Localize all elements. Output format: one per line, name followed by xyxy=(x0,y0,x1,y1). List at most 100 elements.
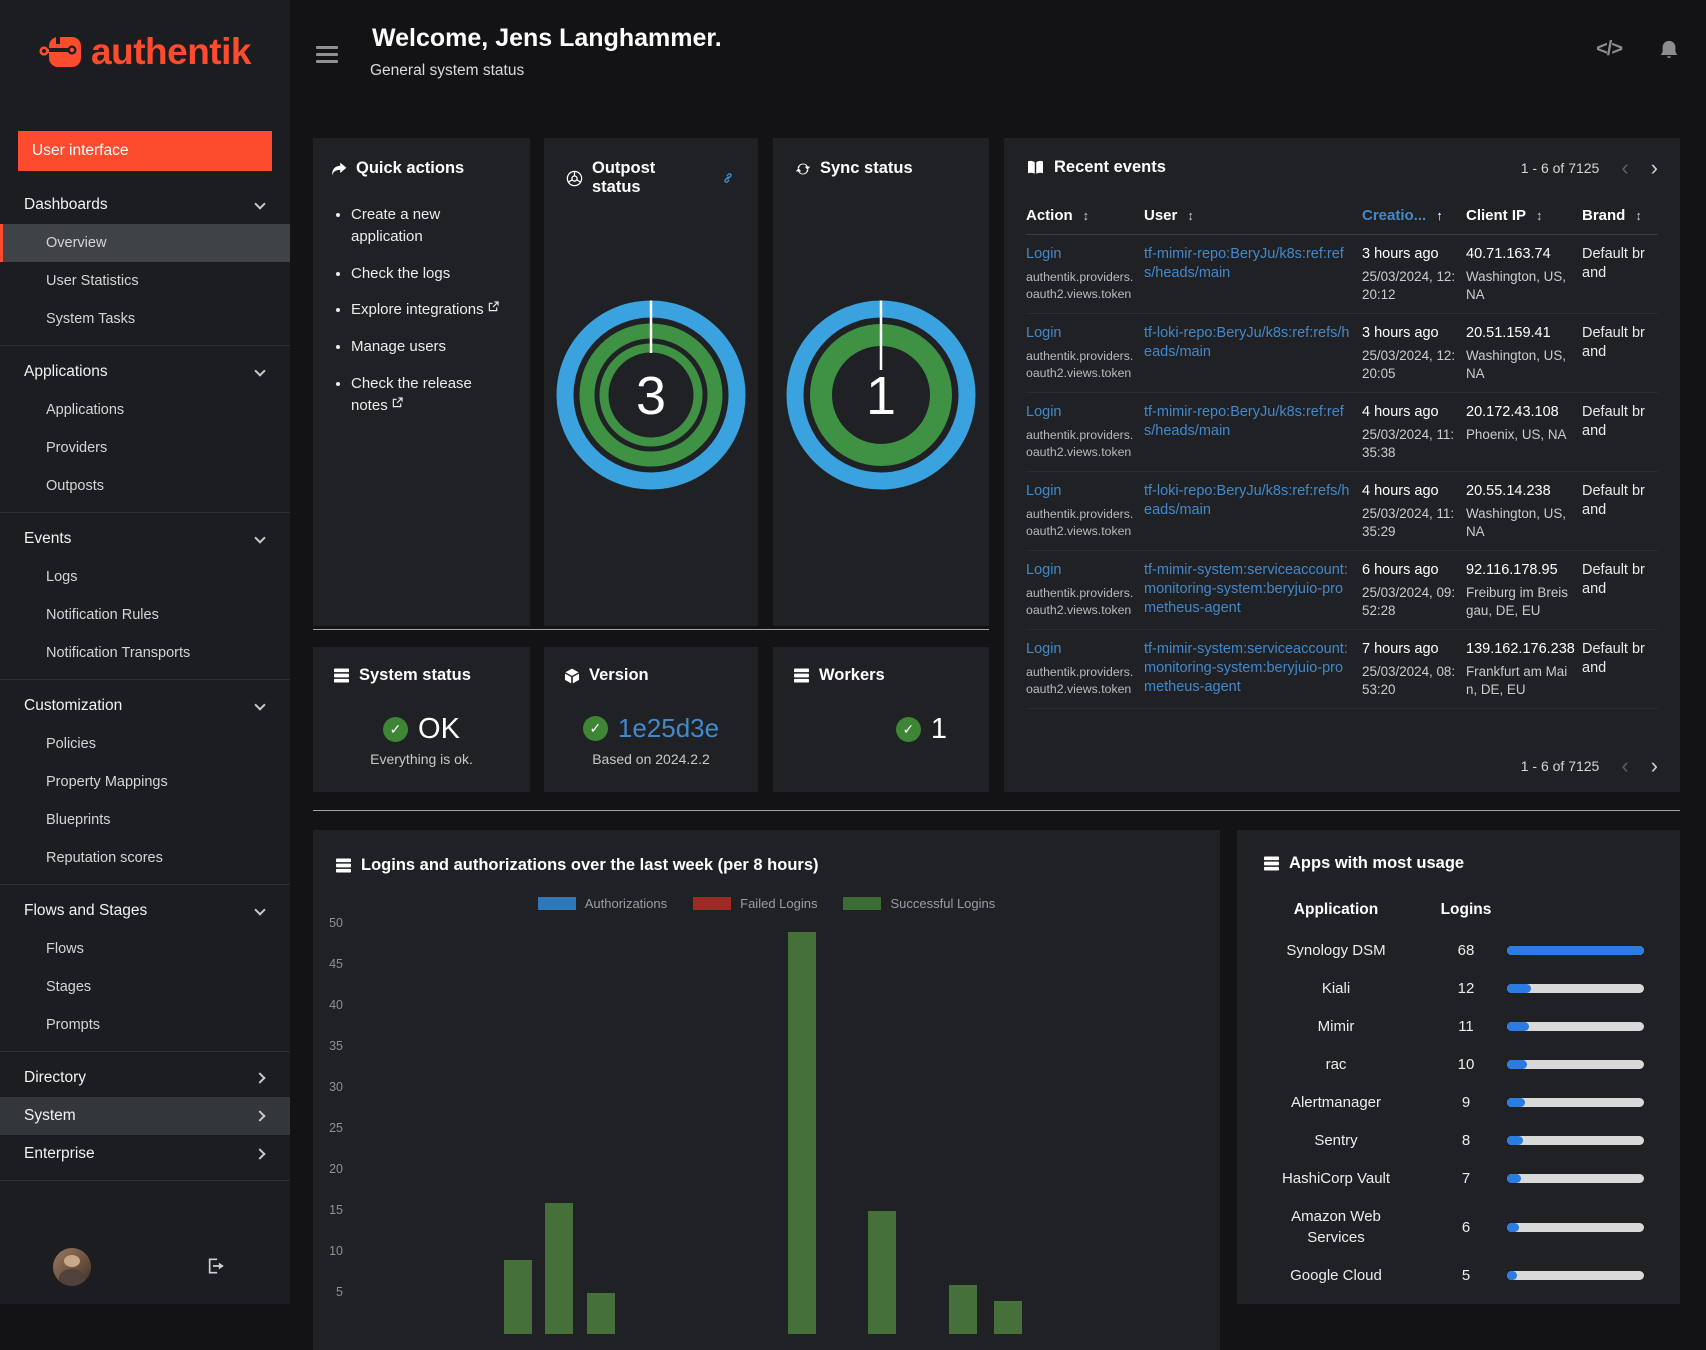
recent-events-title: Recent events xyxy=(1054,158,1166,176)
event-context: authentik.providers.oauth2.views.token xyxy=(1026,665,1134,696)
sidebar-group-customization[interactable]: Customization xyxy=(0,687,290,725)
apps-usage-row: Mimir 11 xyxy=(1237,1016,1680,1037)
sidebar-item-stages[interactable]: Stages xyxy=(0,968,290,1006)
chevron-down-icon xyxy=(254,197,266,210)
quick-action-manage-users[interactable]: Manage users xyxy=(351,336,512,358)
sidebar-item-logs[interactable]: Logs xyxy=(0,558,290,596)
sidebar-item-flows[interactable]: Flows xyxy=(0,930,290,968)
quick-action-create-a-new-application[interactable]: Create a new application xyxy=(351,204,512,248)
version-value-link[interactable]: 1e25d3e xyxy=(618,713,719,744)
sidebar-item-notification-transports[interactable]: Notification Transports xyxy=(0,634,290,672)
sidebar-group-dashboards[interactable]: Dashboards xyxy=(0,186,290,224)
column-header-creatio[interactable]: Creatio... ↑ xyxy=(1362,207,1466,224)
client-ip-cell: 40.71.163.74 Washington, US, NA xyxy=(1466,245,1582,303)
sidebar-group-applications[interactable]: Applications xyxy=(0,353,290,391)
sidebar-item-providers[interactable]: Providers xyxy=(0,429,290,467)
api-code-icon[interactable]: </> xyxy=(1596,38,1623,61)
event-action-link[interactable]: Login xyxy=(1026,403,1061,422)
sidebar-group-flows-and-stages[interactable]: Flows and Stages xyxy=(0,892,290,930)
column-header-user[interactable]: User ↕ xyxy=(1144,207,1362,224)
app-usage-bar-fill xyxy=(1507,984,1532,993)
user-cell: tf-mimir-repo:BeryJu/k8s:ref:refs/heads/… xyxy=(1144,403,1362,461)
sort-icon[interactable]: ↕ xyxy=(1187,208,1194,223)
quick-actions-icon xyxy=(331,162,347,176)
y-axis-tick-label: 25 xyxy=(329,1121,343,1135)
user-avatar[interactable] xyxy=(53,1248,91,1286)
sidebar-item-overview[interactable]: Overview xyxy=(0,224,290,262)
pagination-prev-icon[interactable]: ‹ xyxy=(1621,156,1628,178)
sidebar-group-label: Customization xyxy=(24,697,123,714)
table-row: Login authentik.providers.oauth2.views.to… xyxy=(1026,314,1658,393)
authentik-logo[interactable]: authentik xyxy=(0,0,290,104)
sidebar-group-events[interactable]: Events xyxy=(0,520,290,558)
sidebar-item-user-statistics[interactable]: User Statistics xyxy=(0,262,290,300)
column-header-brand[interactable]: Brand ↕ xyxy=(1582,207,1658,224)
sign-out-icon[interactable] xyxy=(205,1256,226,1276)
event-client-ip: 20.51.159.41 xyxy=(1466,325,1551,341)
sidebar-item-system-tasks[interactable]: System Tasks xyxy=(0,300,290,338)
column-header-label: User xyxy=(1144,207,1178,224)
system-status-description: Everything is ok. xyxy=(370,751,473,767)
quick-action-label: Check the release notes xyxy=(351,374,472,414)
quick-action-explore-integrations[interactable]: Explore integrations xyxy=(351,299,512,321)
sidebar-group-system[interactable]: System xyxy=(0,1097,290,1135)
event-action-link[interactable]: Login xyxy=(1026,561,1061,580)
quick-action-check-the-release-notes[interactable]: Check the release notes xyxy=(351,373,512,417)
sort-icon[interactable]: ↕ xyxy=(1635,208,1642,223)
creation-cell: 3 hours ago 25/03/2024, 12:20:12 xyxy=(1362,245,1466,303)
column-header-client-ip[interactable]: Client IP ↕ xyxy=(1466,207,1582,224)
apps-icon xyxy=(1263,856,1280,871)
sidebar-item-notification-rules[interactable]: Notification Rules xyxy=(0,596,290,634)
event-user-link[interactable]: tf-mimir-repo:BeryJu/k8s:ref:refs/heads/… xyxy=(1144,403,1352,441)
event-user-link[interactable]: tf-mimir-repo:BeryJu/k8s:ref:refs/heads/… xyxy=(1144,245,1352,283)
version-card: Version ✓ 1e25d3e Based on 2024.2.2 xyxy=(544,647,758,792)
divider xyxy=(313,629,989,630)
pagination-prev-icon[interactable]: ‹ xyxy=(1621,755,1628,777)
column-header-label: Action xyxy=(1026,207,1073,224)
events-table: Action ↕ User ↕ Creatio... ↑ Client IP ↕ Brand ↕ L… xyxy=(1026,201,1658,709)
event-action-link[interactable]: Login xyxy=(1026,482,1061,501)
check-circle-icon: ✓ xyxy=(895,717,921,742)
client-ip-cell: 20.172.43.108 Phoenix, US, NA xyxy=(1466,403,1582,461)
apps-usage-row: Synology DSM 68 xyxy=(1237,940,1680,961)
sort-icon[interactable]: ↕ xyxy=(1083,208,1090,223)
sidebar-item-reputation-scores[interactable]: Reputation scores xyxy=(0,839,290,877)
sidebar-item-property-mappings[interactable]: Property Mappings xyxy=(0,763,290,801)
pagination-next-icon[interactable]: › xyxy=(1651,755,1658,777)
column-header-label: Client IP xyxy=(1466,207,1527,224)
event-action-link[interactable]: Login xyxy=(1026,324,1061,343)
check-circle-icon: ✓ xyxy=(383,717,409,742)
quick-action-check-the-logs[interactable]: Check the logs xyxy=(351,263,512,285)
apps-usage-title: Apps with most usage xyxy=(1289,854,1465,872)
system-status-card: System status ✓ OK Everything is ok. xyxy=(313,647,530,792)
event-action-link[interactable]: Login xyxy=(1026,245,1061,264)
sidebar-item-outposts[interactable]: Outposts xyxy=(0,467,290,505)
sidebar-item-blueprints[interactable]: Blueprints xyxy=(0,801,290,839)
sidebar-group-enterprise[interactable]: Enterprise xyxy=(0,1135,290,1173)
authentik-wordmark: authentik xyxy=(91,31,251,72)
event-user-link[interactable]: tf-mimir-system:serviceaccount:monitorin… xyxy=(1144,640,1352,697)
sidebar-group-directory[interactable]: Directory xyxy=(0,1059,290,1097)
outpost-link-icon[interactable] xyxy=(720,170,736,186)
user-interface-button[interactable]: User interface xyxy=(18,131,272,171)
event-user-link[interactable]: tf-mimir-system:serviceaccount:monitorin… xyxy=(1144,561,1352,618)
event-user-link[interactable]: tf-loki-repo:BeryJu/k8s:ref:refs/heads/m… xyxy=(1144,324,1352,362)
event-action-link[interactable]: Login xyxy=(1026,640,1061,659)
event-geo: Washington, US, NA xyxy=(1466,269,1566,302)
sidebar-item-prompts[interactable]: Prompts xyxy=(0,1006,290,1044)
brand-cell: Default brand xyxy=(1582,562,1645,597)
pagination-next-icon[interactable]: › xyxy=(1651,156,1658,178)
quick-actions-title: Quick actions xyxy=(356,159,465,177)
hamburger-menu-icon[interactable] xyxy=(316,46,338,67)
y-axis-tick-label: 5 xyxy=(336,1285,343,1299)
event-geo: Freiburg im Breisgau, DE, EU xyxy=(1466,585,1568,618)
sidebar-item-applications[interactable]: Applications xyxy=(0,391,290,429)
column-header-action[interactable]: Action ↕ xyxy=(1026,207,1144,224)
event-context: authentik.providers.oauth2.views.token xyxy=(1026,428,1134,459)
outpost-status-card: Outpost status 3 xyxy=(544,138,758,626)
sidebar-item-policies[interactable]: Policies xyxy=(0,725,290,763)
sort-icon[interactable]: ↕ xyxy=(1536,208,1543,223)
notifications-bell-icon[interactable] xyxy=(1658,39,1680,61)
event-user-link[interactable]: tf-loki-repo:BeryJu/k8s:ref:refs/heads/m… xyxy=(1144,482,1352,520)
sort-icon[interactable]: ↑ xyxy=(1436,208,1443,223)
